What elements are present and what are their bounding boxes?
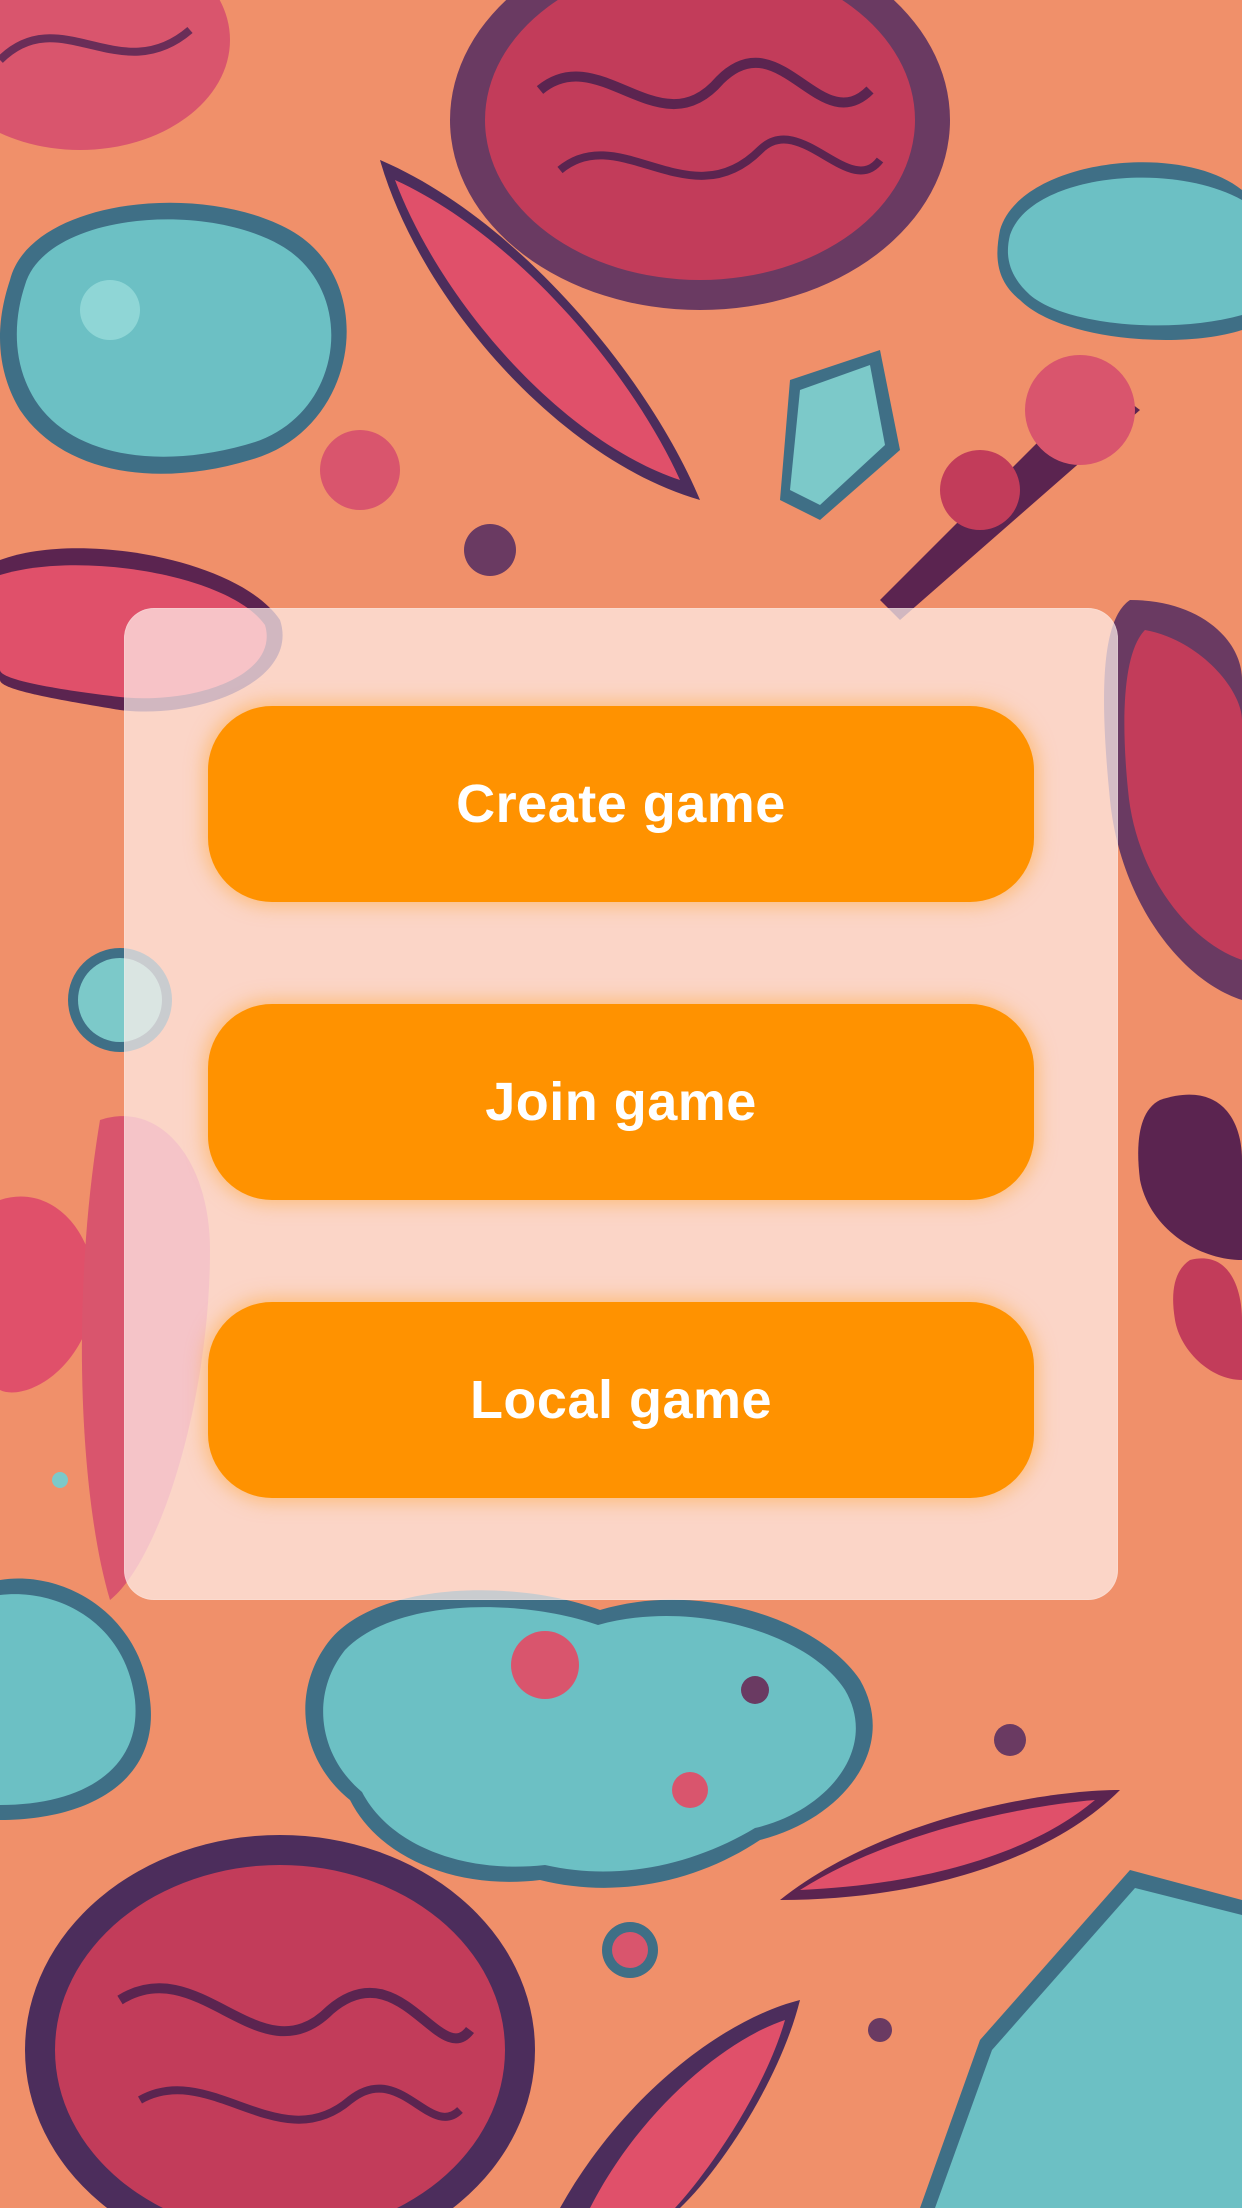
dot-decoration — [612, 1932, 648, 1968]
join-game-button[interactable]: Join game — [208, 1004, 1034, 1200]
main-menu-panel: Create game Join game Local game — [124, 608, 1118, 1600]
create-game-button[interactable]: Create game — [208, 706, 1034, 902]
dot-decoration — [52, 1472, 68, 1488]
dot-decoration — [464, 524, 516, 576]
dot-decoration — [868, 2018, 892, 2042]
dot-decoration — [994, 1724, 1026, 1756]
local-game-button[interactable]: Local game — [208, 1302, 1034, 1498]
blob-decoration — [0, 202, 347, 474]
dot-decoration — [320, 430, 400, 510]
